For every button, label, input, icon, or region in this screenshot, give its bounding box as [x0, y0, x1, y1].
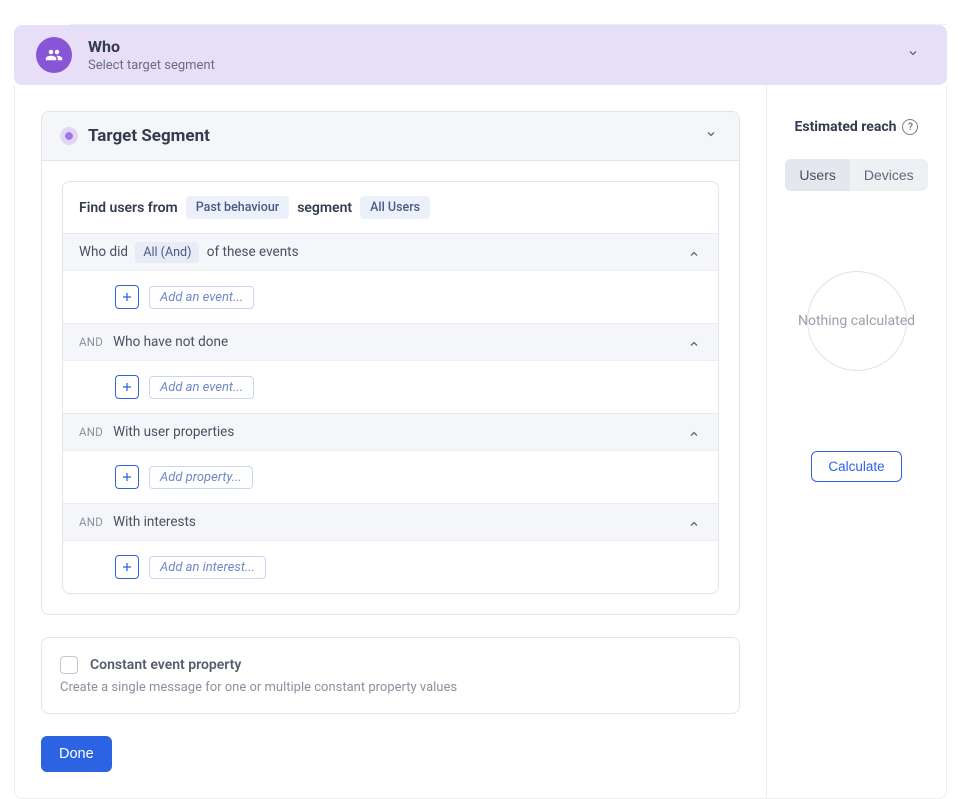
chevron-down-icon[interactable]: [907, 47, 919, 63]
add-interest-plus-button[interactable]: [115, 555, 139, 579]
reach-toggle: Users Devices: [785, 159, 927, 191]
constant-event-title: Constant event property: [90, 657, 241, 673]
tab-devices[interactable]: Devices: [850, 159, 928, 191]
condition-who-did-header[interactable]: Who did All (And) of these events: [63, 233, 718, 270]
segment-builder: Find users from Past behaviour segment A…: [62, 181, 719, 594]
estimated-reach-label: Estimated reach ?: [795, 119, 919, 135]
add-event-plus-button[interactable]: [115, 285, 139, 309]
find-users-middle: segment: [297, 200, 352, 216]
chevron-up-icon[interactable]: [688, 514, 700, 530]
behaviour-chip[interactable]: Past behaviour: [186, 196, 290, 219]
condition-operator-chip[interactable]: All (And): [135, 242, 199, 263]
add-property-chip[interactable]: Add property...: [149, 466, 253, 489]
constant-event-card: Constant event property Create a single …: [41, 637, 740, 714]
calculate-button[interactable]: Calculate: [811, 451, 901, 482]
and-label: AND: [79, 335, 103, 349]
condition-interests-body: Add an interest...: [63, 540, 718, 593]
add-interest-chip[interactable]: Add an interest...: [149, 556, 266, 579]
right-column: Estimated reach ? Users Devices Nothing …: [766, 85, 946, 798]
condition-who-did-body: Add an event...: [63, 270, 718, 323]
nothing-calculated-text: Nothing calculated: [798, 313, 915, 329]
condition-user-props-header[interactable]: AND With user properties: [63, 413, 718, 450]
who-section-header[interactable]: Who Select target segment: [14, 25, 947, 85]
pulse-icon: [60, 127, 78, 145]
find-users-prefix: Find users from: [79, 200, 178, 216]
chevron-down-icon[interactable]: [705, 128, 717, 144]
condition-interests-header[interactable]: AND With interests: [63, 503, 718, 540]
add-event-chip[interactable]: Add an event...: [149, 286, 254, 309]
add-event-plus-button[interactable]: [115, 375, 139, 399]
target-segment-title: Target Segment: [88, 126, 210, 146]
condition-text-after: of these events: [207, 244, 299, 260]
constant-event-checkbox[interactable]: [60, 656, 78, 674]
and-label: AND: [79, 425, 103, 439]
tab-users[interactable]: Users: [785, 159, 850, 191]
condition-text: With user properties: [113, 424, 234, 440]
add-event-chip[interactable]: Add an event...: [149, 376, 254, 399]
chevron-up-icon[interactable]: [688, 334, 700, 350]
condition-not-done-body: Add an event...: [63, 360, 718, 413]
chevron-up-icon[interactable]: [688, 424, 700, 440]
condition-text: Who have not done: [113, 334, 228, 350]
condition-text: With interests: [113, 514, 196, 530]
find-users-row: Find users from Past behaviour segment A…: [63, 182, 718, 233]
condition-user-props-body: Add property...: [63, 450, 718, 503]
who-subtitle: Select target segment: [88, 58, 215, 73]
target-segment-card: Target Segment Find users from Past beha…: [41, 111, 740, 615]
help-icon[interactable]: ?: [902, 119, 918, 135]
segment-chip[interactable]: All Users: [360, 196, 430, 219]
left-column: Target Segment Find users from Past beha…: [15, 85, 766, 798]
and-label: AND: [79, 515, 103, 529]
chevron-up-icon[interactable]: [688, 244, 700, 260]
condition-text-before: Who did: [79, 244, 128, 260]
reach-empty-circle: Nothing calculated: [807, 271, 907, 371]
constant-event-subtitle: Create a single message for one or multi…: [60, 680, 721, 695]
condition-not-done-header[interactable]: AND Who have not done: [63, 323, 718, 360]
done-button[interactable]: Done: [41, 736, 112, 772]
add-property-plus-button[interactable]: [115, 465, 139, 489]
who-title: Who: [88, 37, 215, 56]
target-segment-header[interactable]: Target Segment: [42, 112, 739, 161]
who-people-icon: [36, 37, 72, 73]
